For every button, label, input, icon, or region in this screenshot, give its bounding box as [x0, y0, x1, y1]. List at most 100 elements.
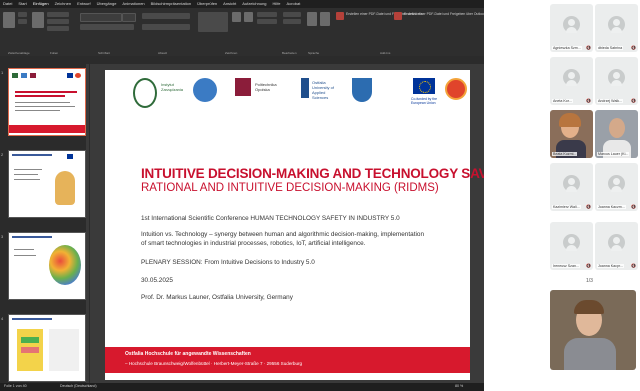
participant-video-tile[interactable]: Marcus Lauer (Ki...: [595, 110, 638, 158]
thumb-logo: [30, 73, 36, 78]
plenary-text: PLENARY SESSION: From Intuitive Decision…: [141, 259, 315, 266]
participant-video-tile[interactable]: Beata Kuzmi...: [550, 110, 593, 158]
shape-outline-button[interactable]: [257, 19, 277, 24]
mic-off-icon: 🔇: [631, 98, 636, 103]
slide-title: INTUITIVE DECISION-MAKING AND TECHNOLOGY…: [141, 166, 484, 181]
avatar-icon: [563, 69, 580, 86]
quick-styles-button[interactable]: [244, 12, 253, 22]
language-indicator[interactable]: Deutsch (Deutschland): [60, 384, 97, 388]
thumb-footer: [9, 125, 85, 133]
eu-flag-icon: [413, 78, 435, 94]
layout-button[interactable]: [47, 12, 69, 17]
participant-tile[interactable]: Kazimierz Wali... 🔇: [550, 163, 593, 211]
menu-item[interactable]: Ansicht: [220, 0, 239, 8]
copy-button[interactable]: [18, 19, 27, 24]
thumb-slide-3[interactable]: [8, 232, 86, 300]
participant-tile[interactable]: Joanna Kaczm... 🔇: [595, 163, 638, 211]
font-format-buttons[interactable]: [80, 24, 134, 30]
menu-item[interactable]: Datei: [0, 0, 15, 8]
participant-name: Aneta Kor...: [552, 99, 573, 103]
menu-item[interactable]: Aufzeichnung: [239, 0, 269, 8]
avatar-icon: [608, 69, 625, 86]
menu-item[interactable]: Überprüfen: [194, 0, 220, 8]
font-size-select[interactable]: [122, 13, 136, 22]
menu-bar: Datei Start Einfügen Zeichnen Entwurf Übergän…: [0, 0, 484, 9]
dictate-button[interactable]: [307, 12, 317, 26]
main-slide[interactable]: Instytut Zarządzania Politechnika Opolsk…: [105, 70, 484, 380]
self-video-tile[interactable]: [550, 290, 636, 370]
eu-stars-icon: [419, 81, 431, 93]
cut-button[interactable]: [18, 12, 27, 17]
participant-tile[interactable]: Ireneusz Szan... 🔇: [550, 222, 593, 270]
participant-face: [609, 118, 625, 138]
menu-item[interactable]: Start: [15, 0, 29, 8]
font-name-select[interactable]: [80, 13, 122, 22]
thumb-logo: [21, 73, 27, 78]
section-button[interactable]: [47, 26, 69, 31]
pdf-outlook-icon[interactable]: [394, 12, 402, 20]
menu-item[interactable]: Übergänge: [94, 0, 120, 8]
thumb-slide-4[interactable]: [8, 314, 86, 382]
list-buttons[interactable]: [142, 13, 190, 19]
menu-item[interactable]: Bildschirmpräsentation: [148, 0, 194, 8]
avatar-icon: [563, 234, 580, 251]
group-label-clipboard: Zwischenablage: [8, 51, 30, 55]
pdf-outlook-text[interactable]: Erstellen einer PDF-Datei und Freigeben …: [404, 12, 484, 16]
group-label-paragraph: Absatz: [158, 51, 168, 55]
participant-hair: [559, 113, 581, 127]
new-slide-button[interactable]: [32, 12, 44, 28]
mic-off-icon: 🔇: [586, 204, 591, 209]
participant-tile[interactable]: Joanna Kacpr... 🔇: [595, 222, 638, 270]
shape-fill-button[interactable]: [257, 12, 277, 17]
zoom-level[interactable]: 80 %: [455, 384, 463, 388]
menu-item[interactable]: Acrobat: [284, 0, 304, 8]
eu-logo-text: Co-funded by the European Union: [411, 97, 438, 105]
thumb-slide-2[interactable]: [8, 150, 86, 218]
slide-footer: Ostfalia Hochschule für angewandte Wisse…: [105, 347, 470, 373]
mic-off-icon: 🔇: [631, 204, 636, 209]
pdf-share-icon[interactable]: [336, 12, 344, 20]
arrange-button[interactable]: [232, 12, 241, 22]
mic-off-icon: 🔇: [586, 45, 591, 50]
menu-item[interactable]: Animationen: [119, 0, 147, 8]
menu-item[interactable]: Entwurf: [74, 0, 94, 8]
participant-name: Joanna Kacpr...: [597, 264, 624, 268]
avatar-icon: [608, 175, 625, 192]
circle-logo-icon: [445, 78, 467, 100]
thumb-title-line: [15, 91, 77, 93]
participant-name: Beata Kuzmi...: [552, 152, 578, 156]
thumb-diagram: [21, 337, 39, 343]
shapes-gallery[interactable]: [198, 12, 228, 32]
mic-off-icon: 🔇: [631, 45, 636, 50]
menu-item[interactable]: Zeichnen: [52, 0, 74, 8]
reset-button[interactable]: [47, 19, 69, 24]
thumbnail-scrollbar[interactable]: [86, 64, 89, 383]
mtz-logo-icon: [193, 78, 217, 102]
conference-text: 1st International Scientific Conference …: [141, 215, 400, 222]
thumb-question-image: [55, 171, 75, 205]
group-label-voice: Sprache: [308, 51, 320, 55]
thumb-slide-1[interactable]: [8, 68, 86, 136]
participant-tile[interactable]: Agnieszka Szm... 🔇: [550, 4, 593, 52]
participant-pager[interactable]: 1/3: [586, 278, 593, 284]
participant-name: Marcus Lauer (Ki...: [597, 152, 630, 156]
participant-tile[interactable]: Aneta Kor... 🔇: [550, 57, 593, 105]
politechnika-logo-icon: [235, 78, 251, 96]
menu-item[interactable]: Hilfe: [270, 0, 284, 8]
thumb-number: 3: [1, 234, 4, 239]
participant-tile[interactable]: dbieda Sabrina 🔇: [595, 4, 638, 52]
designer-button[interactable]: [320, 12, 330, 26]
paste-button[interactable]: [3, 12, 15, 28]
thumb-text-line: [14, 169, 42, 170]
find-button[interactable]: [283, 12, 301, 17]
avatar-icon: [608, 16, 625, 33]
align-buttons[interactable]: [142, 24, 190, 30]
participant-name: dbieda Sabrina: [597, 46, 624, 50]
thumb-diagram: [49, 329, 79, 371]
ostfalia-logo-text: Ostfalia University of Applied Sciences: [312, 80, 335, 100]
participant-tile[interactable]: Andrzej Walk... 🔇: [595, 57, 638, 105]
thumb-text-line: [14, 255, 36, 256]
replace-button[interactable]: [283, 19, 301, 24]
thumb-title-line: [15, 95, 65, 97]
slide-canvas: Instytut Zarządzania Politechnika Opolsk…: [90, 64, 484, 383]
